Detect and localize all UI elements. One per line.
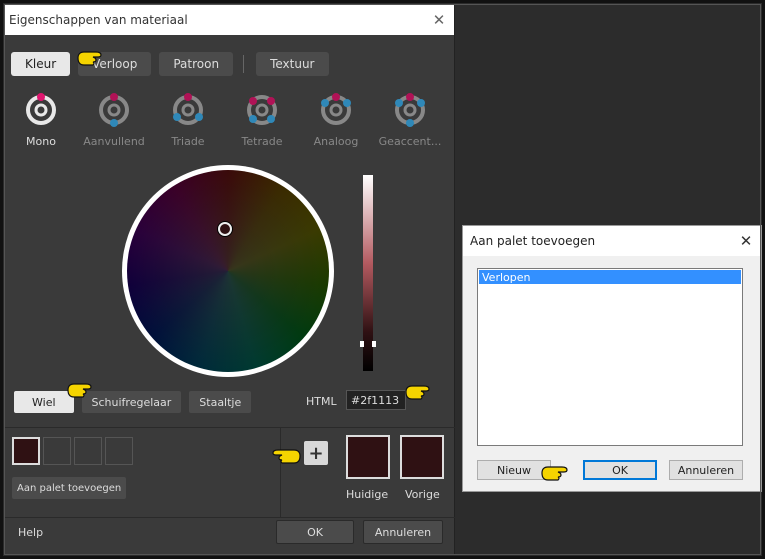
tab-bar: Kleur Verloop Patroon Textuur (11, 52, 337, 76)
add-to-palette-button[interactable]: Aan palet toevoegen (12, 477, 127, 499)
pointing-hand-icon (272, 449, 301, 464)
scheme-label: Triade (171, 135, 205, 148)
recent-swatches (12, 437, 136, 465)
current-color-label: Huidige (346, 488, 389, 501)
pointing-hand-icon (77, 51, 102, 66)
color-wheel-frame (122, 165, 334, 377)
triad-scheme-icon (173, 93, 203, 125)
close-icon[interactable]: ✕ (424, 5, 454, 35)
cancel-button[interactable]: Annuleren (669, 460, 743, 480)
swatch-slot[interactable] (74, 437, 102, 465)
palette-list[interactable]: Verlopen (477, 268, 743, 446)
title-bar: Eigenschappen van materiaal ✕ (5, 5, 454, 35)
tab-kleur[interactable]: Kleur (11, 52, 71, 76)
divider (5, 427, 455, 428)
slider-view-button[interactable]: Schuifregelaar (81, 391, 182, 413)
swatch-slot[interactable] (12, 437, 40, 465)
material-properties-dialog: Eigenschappen van materiaal ✕ Kleur Verl… (5, 5, 455, 554)
scheme-mono[interactable]: Mono (5, 93, 77, 148)
swatch-slot[interactable] (105, 437, 133, 465)
tab-textuur[interactable]: Textuur (256, 52, 329, 76)
ok-button[interactable]: OK (276, 520, 354, 544)
html-color-input[interactable] (346, 390, 406, 410)
brightness-slider[interactable] (360, 175, 376, 371)
tab-patroon[interactable]: Patroon (159, 52, 234, 76)
complementary-scheme-icon (99, 93, 129, 127)
color-wheel[interactable] (127, 170, 329, 372)
scheme-aanvullend[interactable]: Aanvullend (77, 93, 151, 148)
wheel-view-button[interactable]: Wiel (14, 391, 74, 413)
dialog-title: Eigenschappen van materiaal (9, 13, 188, 27)
scheme-label: Analoog (313, 135, 359, 148)
cancel-button[interactable]: Annuleren (363, 520, 443, 544)
scheme-geaccentueerd[interactable]: Geaccent... (373, 93, 447, 148)
pointing-hand-icon (541, 466, 568, 481)
divider (5, 517, 455, 518)
scheme-analoog[interactable]: Analoog (299, 93, 373, 148)
current-color-swatch (346, 435, 390, 479)
slider-thumb[interactable] (360, 341, 376, 347)
list-item[interactable]: Verlopen (479, 270, 741, 284)
tetrad-scheme-icon (247, 95, 277, 125)
previous-color-swatch[interactable] (400, 435, 444, 479)
dialog-title: Aan palet toevoegen (470, 234, 596, 248)
close-icon[interactable]: ✕ (731, 226, 761, 256)
scheme-label: Mono (26, 135, 56, 148)
plus-icon: + (308, 442, 324, 464)
swatch-slot[interactable] (43, 437, 71, 465)
divider (280, 427, 281, 517)
view-mode-buttons: Wiel Schuifregelaar Staaltje (14, 391, 259, 413)
html-label: HTML (306, 395, 337, 408)
scheme-label: Geaccent... (378, 135, 442, 148)
color-picker-handle[interactable] (218, 222, 232, 236)
ok-button[interactable]: OK (583, 460, 657, 480)
scheme-label: Aanvullend (83, 135, 145, 148)
tab-separator (243, 55, 245, 73)
scheme-label: Tetrade (241, 135, 283, 148)
pointing-hand-icon (405, 385, 430, 400)
help-link[interactable]: Help (18, 526, 43, 539)
analogous-scheme-icon (321, 93, 351, 125)
swatch-view-button[interactable]: Staaltje (189, 391, 252, 413)
title-bar: Aan palet toevoegen ✕ (463, 226, 761, 256)
scheme-triade[interactable]: Triade (151, 93, 225, 148)
add-to-palette-dialog: Aan palet toevoegen ✕ Verlopen Nieuw OK … (462, 225, 762, 492)
scheme-tetrade[interactable]: Tetrade (225, 93, 299, 148)
color-scheme-row: Mono Aanvullend Triade Tetrade Analoog G… (5, 93, 455, 148)
accented-scheme-icon (395, 93, 425, 127)
previous-color-label: Vorige (405, 488, 440, 501)
mono-scheme-icon (26, 93, 56, 125)
pointing-hand-icon (67, 383, 92, 398)
add-swatch-button[interactable]: + (304, 441, 328, 465)
